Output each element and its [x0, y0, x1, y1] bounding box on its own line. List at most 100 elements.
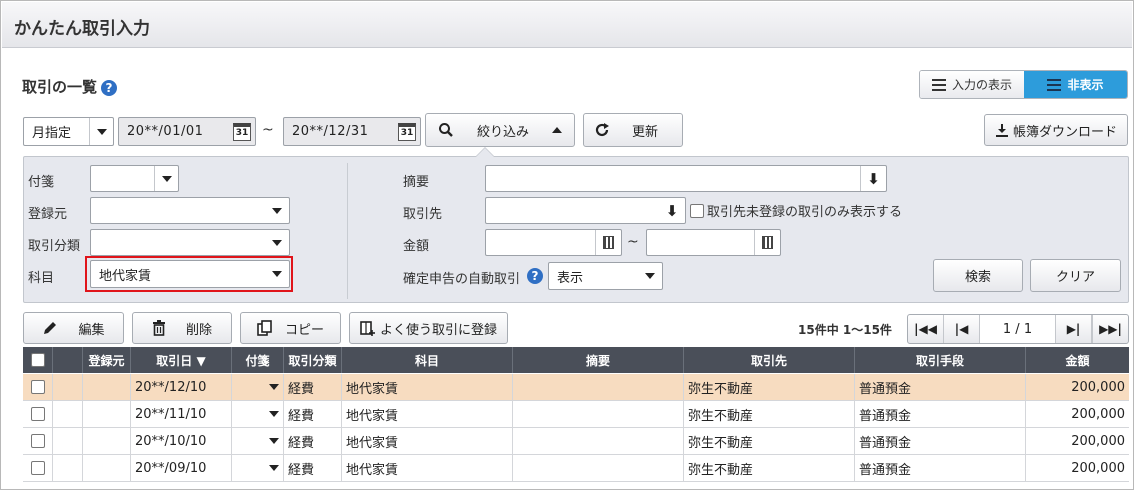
row-checkbox[interactable]: [30, 434, 45, 448]
row-amount: 200,000: [1071, 460, 1125, 476]
row-category: 経費: [284, 455, 342, 481]
row-summary: [513, 374, 684, 400]
col-category[interactable]: 取引分類: [284, 347, 342, 373]
col-amount[interactable]: 金額: [1026, 347, 1129, 373]
clear-button[interactable]: クリア: [1030, 259, 1121, 292]
arrow-down-icon[interactable]: ⬇: [860, 166, 886, 191]
edit-button[interactable]: 編集: [23, 312, 124, 344]
highlight-box: [85, 256, 293, 292]
summary-input[interactable]: ⬇: [485, 165, 887, 192]
hide-input-button[interactable]: 非表示: [1024, 71, 1127, 98]
first-page-icon[interactable]: |◀◀: [908, 315, 944, 343]
col-fusen[interactable]: 付箋: [232, 347, 284, 373]
row-checkbox-cell: [23, 401, 53, 427]
period-select-value: 月指定: [32, 126, 72, 141]
account-label: 科目: [28, 271, 55, 286]
narrow-button[interactable]: 絞り込み: [425, 113, 575, 147]
table-row[interactable]: 20**/10/10 経費 地代家賃 弥生不動産 普通預金 200,000: [23, 428, 1129, 455]
ledger-download-label: 帳簿ダウンロード: [1012, 124, 1117, 140]
refresh-label: 更新: [632, 124, 659, 140]
calendar-icon[interactable]: 31: [233, 122, 251, 141]
row-checkbox[interactable]: [30, 380, 45, 394]
row-method: 普通預金: [855, 374, 1026, 400]
ledger-download-button[interactable]: 帳簿ダウンロード: [984, 114, 1128, 146]
help-icon[interactable]: ?: [527, 268, 543, 284]
partner-label: 取引先: [403, 207, 443, 222]
partner-input[interactable]: ⬇: [485, 197, 686, 224]
col-date[interactable]: 取引日 ▼: [131, 347, 232, 373]
table-row[interactable]: 20**/09/10 経費 地代家賃 弥生不動産 普通預金 200,000: [23, 455, 1129, 482]
col-method[interactable]: 取引手段: [855, 347, 1026, 373]
col-source[interactable]: 登録元: [83, 347, 131, 373]
col-partner[interactable]: 取引先: [684, 347, 855, 373]
copy-button[interactable]: コピー: [240, 312, 341, 344]
date-range-separator: ~: [262, 122, 274, 138]
table-row[interactable]: 20**/12/10 経費 地代家賃 弥生不動産 普通預金 200,000: [23, 374, 1129, 401]
chevron-down-icon: [638, 263, 662, 289]
chevron-down-icon: [269, 438, 279, 444]
calculator-icon[interactable]: [754, 230, 780, 255]
refresh-button[interactable]: 更新: [583, 113, 683, 147]
show-input-button[interactable]: 入力の表示: [920, 71, 1024, 98]
select-all-cell: [23, 347, 53, 373]
source-select[interactable]: [90, 197, 290, 224]
date-to-field[interactable]: 20**/12/31 31: [283, 117, 421, 146]
row-fusen[interactable]: [232, 428, 284, 454]
row-fusen[interactable]: [232, 401, 284, 427]
row-checkbox-cell: [23, 455, 53, 481]
amount-to-input[interactable]: [646, 229, 781, 256]
fusen-select[interactable]: [90, 165, 179, 192]
pencil-icon: [44, 322, 57, 334]
row-account: 地代家賃: [342, 455, 513, 481]
col-summary[interactable]: 摘要: [513, 347, 684, 373]
delete-button[interactable]: 削除: [132, 312, 232, 344]
category-select[interactable]: [90, 229, 290, 256]
fusen-label: 付箋: [28, 175, 55, 190]
help-icon[interactable]: ?: [101, 79, 118, 96]
header-blank: [53, 347, 83, 373]
period-select[interactable]: 月指定: [23, 117, 114, 146]
row-blank: [53, 455, 83, 481]
calendar-icon[interactable]: 31: [398, 122, 416, 141]
prev-page-icon[interactable]: |◀: [944, 315, 980, 343]
row-fusen[interactable]: [232, 374, 284, 400]
col-account[interactable]: 科目: [342, 347, 513, 373]
narrow-label: 絞り込み: [476, 124, 529, 140]
row-date: 20**/10/10: [131, 428, 232, 454]
amount-from-input[interactable]: [485, 229, 622, 256]
row-method: 普通預金: [855, 401, 1026, 427]
book-plus-icon: [360, 321, 375, 336]
chevron-down-icon: [265, 230, 289, 255]
row-checkbox[interactable]: [30, 461, 45, 475]
page-indicator[interactable]: 1 / 1: [980, 315, 1056, 343]
row-date: 20**/12/10: [131, 374, 232, 400]
auto-transaction-label: 確定申告の自動取引: [403, 272, 521, 287]
chevron-up-icon: [551, 127, 562, 133]
row-checkbox[interactable]: [30, 407, 45, 421]
row-method: 普通預金: [855, 455, 1026, 481]
partner-unregistered-checkbox[interactable]: [690, 203, 704, 218]
favorite-register-button[interactable]: よく使う取引に登録: [349, 312, 508, 344]
search-button[interactable]: 検索: [933, 259, 1023, 292]
row-source: [83, 455, 131, 481]
table-row[interactable]: 20**/11/10 経費 地代家賃 弥生不動産 普通預金 200,000: [23, 401, 1129, 428]
row-date: 20**/11/10: [131, 401, 232, 427]
date-to-value: 20**/12/31: [292, 124, 369, 139]
show-input-label: 入力の表示: [951, 78, 1012, 92]
row-amount: 200,000: [1071, 433, 1125, 449]
arrow-down-icon[interactable]: ⬇: [659, 198, 685, 223]
row-fusen[interactable]: [232, 455, 284, 481]
refresh-icon: [595, 123, 609, 137]
row-summary: [513, 401, 684, 427]
select-all-checkbox[interactable]: [30, 353, 45, 367]
last-page-icon[interactable]: ▶▶|: [1092, 315, 1128, 343]
calculator-icon[interactable]: [595, 230, 621, 255]
auto-transaction-select[interactable]: 表示: [548, 262, 663, 290]
trash-icon: [152, 320, 165, 336]
partner-unregistered-option[interactable]: 取引先未登録の取引のみ表示する: [690, 201, 902, 220]
hide-input-label: 非表示: [1067, 78, 1104, 92]
pagination: |◀◀ |◀ 1 / 1 ▶| ▶▶|: [907, 314, 1129, 344]
summary-label: 摘要: [403, 175, 430, 190]
date-from-field[interactable]: 20**/01/01 31: [118, 117, 256, 146]
next-page-icon[interactable]: ▶|: [1056, 315, 1092, 343]
